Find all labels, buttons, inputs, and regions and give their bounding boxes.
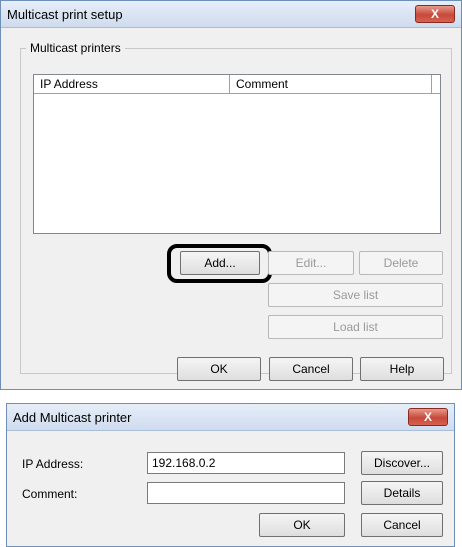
add-printer-ok-button[interactable]: OK [259,513,345,537]
save-list-button[interactable]: Save list [268,283,443,307]
setup-help-button[interactable]: Help [360,357,444,381]
setup-ok-button[interactable]: OK [177,357,261,381]
add-printer-titlebar[interactable]: Add Multicast printer X [7,404,454,431]
setup-cancel-button[interactable]: Cancel [269,357,353,381]
setup-titlebar[interactable]: Multicast print setup X [1,1,461,28]
printer-list[interactable]: IP Address Comment [33,74,441,234]
ip-address-input[interactable]: 192.168.0.2 [147,452,345,474]
column-header-ip-address[interactable]: IP Address [34,75,230,93]
add-printer-cancel-button[interactable]: Cancel [361,513,443,537]
printer-list-header: IP Address Comment [34,75,440,94]
setup-dialog-title: Multicast print setup [7,7,123,22]
column-header-comment[interactable]: Comment [230,75,432,93]
edit-button[interactable]: Edit... [268,251,354,275]
ip-address-label: IP Address: [22,457,84,471]
add-printer-dialog-title: Add Multicast printer [13,410,132,425]
load-list-button[interactable]: Load list [268,315,443,339]
close-icon: X [423,410,432,424]
multicast-printers-group-label: Multicast printers [26,41,125,55]
comment-input[interactable] [147,482,345,504]
details-button[interactable]: Details [361,481,443,505]
close-icon: X [430,7,439,21]
add-printer-close-button[interactable]: X [408,408,448,426]
setup-close-button[interactable]: X [415,5,455,23]
comment-label: Comment: [22,487,78,501]
add-button-highlight-ring [167,244,272,283]
discover-button[interactable]: Discover... [361,451,443,475]
delete-button[interactable]: Delete [359,251,443,275]
